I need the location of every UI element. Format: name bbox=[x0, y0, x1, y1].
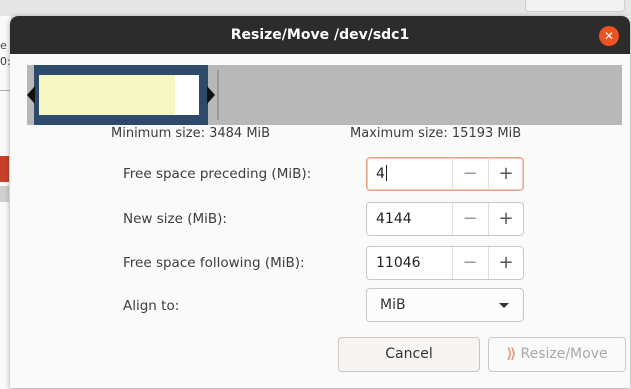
new-size-label: New size (MiB): bbox=[123, 211, 227, 227]
close-icon: ✕ bbox=[603, 29, 615, 43]
decrement-button[interactable]: − bbox=[452, 247, 487, 279]
dialog-title: Resize/Move /dev/sdc1 bbox=[230, 27, 410, 43]
increment-button[interactable]: + bbox=[488, 203, 523, 235]
decrement-button[interactable]: − bbox=[452, 203, 487, 235]
resize-handle-left-icon[interactable] bbox=[27, 86, 35, 104]
free-space-following-spinner[interactable]: 11046 − + bbox=[366, 246, 524, 280]
increment-button[interactable]: + bbox=[488, 158, 523, 190]
close-button[interactable]: ✕ bbox=[599, 26, 619, 46]
background-button bbox=[525, 0, 625, 12]
resize-move-label: Resize/Move bbox=[520, 346, 608, 362]
titlebar: Resize/Move /dev/sdc1 ✕ bbox=[10, 16, 630, 54]
cancel-button[interactable]: Cancel bbox=[338, 337, 480, 372]
align-to-value: MiB bbox=[380, 297, 406, 313]
align-to-label: Align to: bbox=[123, 298, 180, 314]
dropdown-arrow-icon bbox=[499, 303, 509, 308]
background-text: e bbox=[0, 39, 7, 52]
minimum-size-label: Minimum size: 3484 MiB bbox=[111, 126, 271, 141]
background-block bbox=[0, 186, 9, 202]
decrement-button[interactable]: − bbox=[452, 158, 487, 190]
background-highlight bbox=[0, 156, 9, 182]
free-space-preceding-spinner[interactable]: 4 − + bbox=[366, 157, 524, 191]
maximum-size-label: Maximum size: 15193 MiB bbox=[350, 126, 522, 141]
free-space-following-label: Free space following (MiB): bbox=[123, 255, 305, 271]
align-to-dropdown[interactable]: MiB bbox=[366, 288, 524, 322]
partition-used-area bbox=[39, 75, 175, 115]
resize-handle-right-icon[interactable] bbox=[207, 86, 215, 104]
increment-button[interactable]: + bbox=[488, 247, 523, 279]
new-size-spinner[interactable]: 4144 − + bbox=[366, 202, 524, 236]
resize-move-icon: ⟫ bbox=[506, 346, 517, 362]
resize-move-dialog: Resize/Move /dev/sdc1 ✕ Minimum size: 34… bbox=[10, 16, 630, 388]
free-space-preceding-input[interactable]: 4 bbox=[376, 158, 387, 190]
resize-move-button[interactable]: ⟫ Resize/Move bbox=[488, 337, 626, 372]
bar-marker bbox=[217, 70, 219, 120]
free-space-following-input[interactable]: 11046 bbox=[376, 247, 421, 279]
new-size-input[interactable]: 4144 bbox=[376, 203, 412, 235]
partition-graphic[interactable] bbox=[27, 65, 622, 125]
free-space-preceding-label: Free space preceding (MiB): bbox=[123, 166, 312, 182]
